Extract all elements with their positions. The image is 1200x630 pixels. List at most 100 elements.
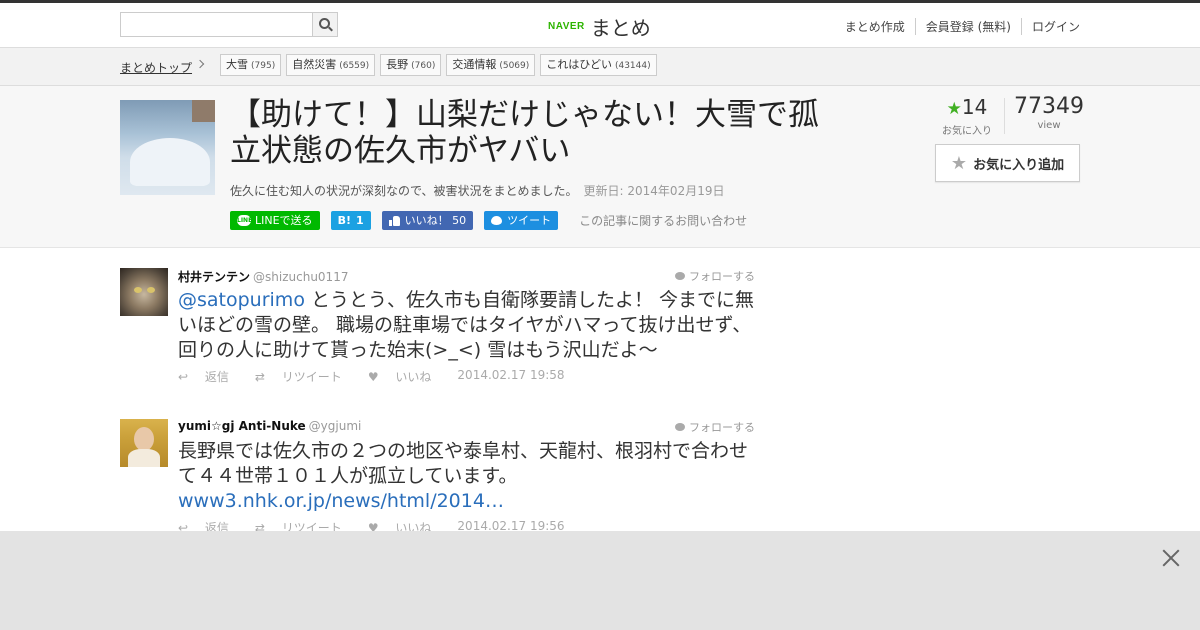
stats-divider (1004, 98, 1005, 134)
tweet-card: 村井テンテン @shizuchu0117 フォローする @satopurimo と… (120, 268, 760, 388)
avatar[interactable] (120, 268, 168, 316)
tweet-timestamp[interactable]: 2014.02.17 19:58 (457, 368, 564, 385)
favorites-count: 14 (961, 95, 988, 119)
nav-create-matome[interactable]: まとめ作成 (835, 18, 915, 35)
retweet-icon: ⇄ (254, 370, 265, 384)
search-icon (319, 18, 330, 29)
tag-count: (795) (251, 61, 276, 71)
share-bar: LINE LINEで送る B! 1 いいね！ 50 ツイート この記事に関するお… (230, 211, 747, 230)
article-stats: ★14 お気に入り 77349 view (938, 96, 1084, 138)
facebook-like-button[interactable]: いいね！ 50 (381, 211, 474, 230)
tag-count: (760) (411, 61, 436, 71)
nav-register[interactable]: 会員登録 (無料) (914, 18, 1021, 35)
hatena-bookmark-button[interactable]: B! 1 (330, 211, 371, 230)
retweet-action[interactable]: ⇄ リツイート (255, 368, 355, 385)
thumbs-up-icon (388, 215, 400, 226)
snow-mound (130, 138, 210, 186)
tag-item[interactable]: 自然災害 (6559) (286, 54, 376, 76)
tweet-text: @satopurimo とうとう、佐久市も自衛隊要請したよ！ 今までに無いほどの… (178, 288, 763, 363)
twitter-bird-icon (491, 216, 503, 225)
tweet-author-handle[interactable]: @shizuchu0117 (253, 270, 348, 284)
article-title: 【助けて！】山梨だけじゃない！大雪で孤立状態の佐久市がヤバい (230, 97, 819, 169)
tweet-author: 村井テンテン @shizuchu0117 (178, 268, 348, 285)
tweet-card: yumi☆gj Anti-Nuke @ygjumi フォローする 長野県では佐久市… (120, 419, 763, 535)
tag-label: これはひどい (546, 58, 612, 71)
article-description-row: 佐久に住む知人の状況が深刻なので、被害状況をまとめました。 更新日: 2014年0… (230, 182, 724, 199)
facebook-like-label: いいね！ (404, 214, 449, 227)
tag-label: 長野 (386, 58, 409, 71)
tweet-author-handle[interactable]: @ygjumi (309, 419, 362, 433)
search-input[interactable] (121, 13, 314, 36)
follow-label: フォローする (689, 270, 755, 283)
updated-date: 更新日: 2014年02月19日 (583, 184, 725, 198)
favorites-label: お気に入り (942, 126, 992, 137)
site-header: NAVER まとめ まとめ作成 会員登録 (無料) ログイン (0, 3, 1200, 48)
close-icon[interactable] (1162, 549, 1180, 567)
article-header: 【助けて！】山梨だけじゃない！大雪で孤立状態の佐久市がヤバい 佐久に住む知人の状… (0, 86, 1200, 248)
tag-count: (6559) (339, 61, 370, 71)
twitter-bird-icon (675, 272, 685, 280)
category-bar: まとめトップ 大雪 (795) 自然災害 (6559) 長野 (760) 交通情報 (5… (0, 48, 1200, 86)
tweet-text: 長野県では佐久市の２つの地区や泰阜村、天龍村、根羽村で合わせて４４世帯１０１人が… (178, 439, 763, 514)
line-share-label: LINEで送る (255, 214, 313, 227)
tweet-button[interactable]: ツイート (484, 211, 559, 230)
twitter-bird-icon (675, 423, 685, 431)
breadcrumb-top[interactable]: まとめトップ (120, 59, 192, 76)
hatena-count: 1 (355, 214, 364, 227)
tweet-author-name[interactable]: yumi☆gj Anti-Nuke (178, 419, 306, 433)
follow-button[interactable]: フォローする (675, 419, 755, 435)
hatena-icon: B! (337, 214, 351, 227)
line-icon: LINE (237, 215, 253, 226)
reply-action[interactable]: ↩ 返信 (178, 368, 242, 385)
reply-label: 返信 (204, 370, 229, 384)
tweet-mention[interactable]: @satopurimo (178, 289, 305, 311)
like-action[interactable]: ♥ いいね (368, 368, 445, 385)
tag-label: 交通情報 (452, 58, 497, 71)
tweet-body: 長野県では佐久市の２つの地区や泰阜村、天龍村、根羽村で合わせて４４世帯１０１人が… (178, 440, 749, 487)
nav-login[interactable]: ログイン (1020, 18, 1080, 35)
tag-item[interactable]: 長野 (760) (380, 54, 442, 76)
heart-icon: ♥ (367, 370, 379, 384)
add-favorite-label: お気に入り追加 (973, 157, 1065, 173)
search-box (120, 12, 338, 37)
tag-count: (43144) (614, 61, 651, 71)
follow-label: フォローする (689, 421, 755, 434)
tag-label: 大雪 (226, 58, 248, 71)
tag-list: 大雪 (795) 自然災害 (6559) 長野 (760) 交通情報 (5069) これ… (220, 54, 662, 76)
facebook-like-count: 50 (452, 214, 467, 227)
site-logo[interactable]: NAVER まとめ (548, 12, 651, 40)
tag-label: 自然災害 (292, 58, 337, 71)
tweet-label: ツイート (507, 214, 552, 227)
logo-naver: NAVER (548, 20, 585, 32)
article-description: 佐久に住む知人の状況が深刻なので、被害状況をまとめました。 (230, 184, 578, 198)
tag-item[interactable]: 交通情報 (5069) (446, 54, 536, 76)
header-nav: まとめ作成 会員登録 (無料) ログイン (835, 18, 1080, 35)
retweet-label: リツイート (281, 370, 342, 384)
star-icon: ★ (946, 99, 962, 119)
tag-item[interactable]: これはひどい (43144) (540, 54, 657, 76)
tag-count: (5069) (499, 61, 530, 71)
tweet-author: yumi☆gj Anti-Nuke @ygjumi (178, 419, 361, 433)
tweet-author-name[interactable]: 村井テンテン (178, 270, 250, 284)
logo-matome: まとめ (590, 15, 651, 40)
tweet-actions: ↩ 返信 ⇄ リツイート ♥ いいね 2014.02.17 19:58 (178, 368, 578, 385)
like-label: いいね (395, 370, 432, 384)
line-share-button[interactable]: LINE LINEで送る (230, 211, 320, 230)
favorites-stat: ★14 お気に入り (938, 96, 996, 137)
star-icon: ★ (950, 152, 968, 174)
tweet-link[interactable]: www3.nhk.or.jp/news/html/2014… (178, 490, 504, 512)
add-favorite-button[interactable]: ★ お気に入り追加 (935, 144, 1080, 182)
article-thumbnail (120, 100, 215, 195)
views-label: view (1037, 120, 1061, 131)
house-shape (192, 100, 215, 122)
follow-button[interactable]: フォローする (675, 268, 755, 284)
reply-icon: ↩ (178, 370, 189, 384)
bottom-ad-overlay (0, 531, 1200, 630)
chevron-right-icon (195, 59, 205, 69)
tag-item[interactable]: 大雪 (795) (220, 54, 282, 76)
avatar[interactable] (120, 419, 168, 467)
contact-link[interactable]: この記事に関するお問い合わせ (579, 212, 747, 229)
views-stat: 77349 view (1014, 94, 1084, 132)
views-count: 77349 (1014, 94, 1084, 119)
search-button[interactable] (312, 13, 337, 36)
